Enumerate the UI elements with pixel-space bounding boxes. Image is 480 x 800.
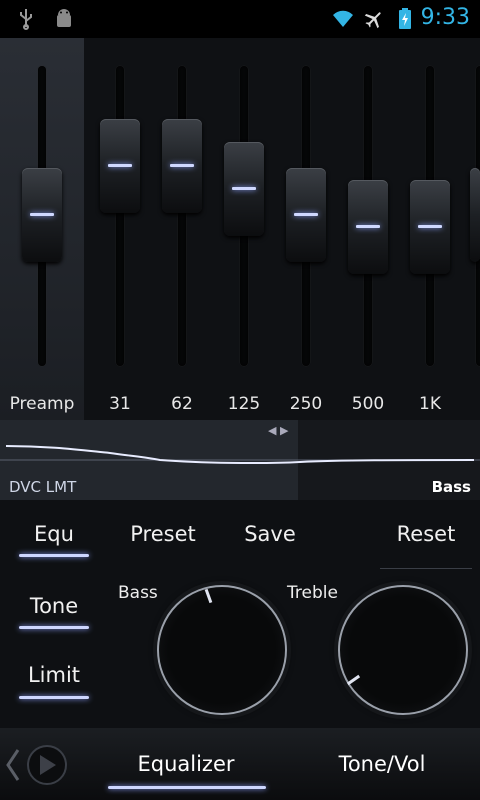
band-label: 62 xyxy=(171,394,193,414)
bass-knob[interactable] xyxy=(157,585,287,715)
tone-button[interactable]: Tone xyxy=(14,594,94,618)
limit-underline xyxy=(19,696,89,699)
dvc-lmt-label: DVC LMT xyxy=(9,478,77,496)
band-label: 125 xyxy=(227,394,261,414)
band-250-slider-handle[interactable] xyxy=(286,168,326,262)
band-label: 500 xyxy=(351,394,385,414)
save-button[interactable]: Save xyxy=(232,522,308,546)
airplane-mode-icon xyxy=(364,12,381,29)
preamp-label: Preamp xyxy=(9,394,75,414)
tab-equalizer[interactable]: Equalizer xyxy=(110,752,262,776)
usb-icon xyxy=(20,9,32,30)
treble-knob[interactable] xyxy=(338,585,468,715)
tab-tone-vol[interactable]: Tone/Vol xyxy=(302,752,462,776)
band-62-slider-handle[interactable] xyxy=(162,119,202,213)
status-time: 9:33 xyxy=(420,5,470,30)
band-label: 31 xyxy=(109,394,131,414)
band-next-slider-handle[interactable] xyxy=(470,168,480,262)
band-1k-slider-handle[interactable] xyxy=(410,180,450,274)
bass-knob-label: Bass xyxy=(118,583,158,603)
preamp-slider-handle[interactable] xyxy=(22,168,62,262)
equ-underline xyxy=(19,554,89,557)
curve-bass-label: Bass xyxy=(431,478,471,496)
nav-arrows[interactable] xyxy=(0,740,70,790)
wifi-icon xyxy=(333,10,353,27)
band-31-slider-track[interactable] xyxy=(116,66,124,366)
battery-charging-icon xyxy=(399,8,411,29)
band-label: 250 xyxy=(289,394,323,414)
status-bar: 9:33 xyxy=(0,0,480,38)
limit-button[interactable]: Limit xyxy=(14,663,94,687)
android-debug-icon xyxy=(57,9,71,27)
band-500-slider-handle[interactable] xyxy=(348,180,388,274)
preset-button[interactable]: Preset xyxy=(118,522,208,546)
tone-underline xyxy=(19,626,89,629)
band-label: 1K xyxy=(419,394,441,414)
reset-button[interactable]: Reset xyxy=(388,522,464,546)
equ-button[interactable]: Equ xyxy=(14,522,94,546)
tab-equalizer-underline xyxy=(108,786,266,789)
band-62-slider-track[interactable] xyxy=(178,66,186,366)
band-31-slider-handle[interactable] xyxy=(100,119,140,213)
band-125-slider-handle[interactable] xyxy=(224,142,264,236)
treble-knob-label: Treble xyxy=(287,583,338,603)
curve-scroll-arrows[interactable]: ◀ ▶ xyxy=(268,424,288,437)
divider xyxy=(380,568,472,569)
